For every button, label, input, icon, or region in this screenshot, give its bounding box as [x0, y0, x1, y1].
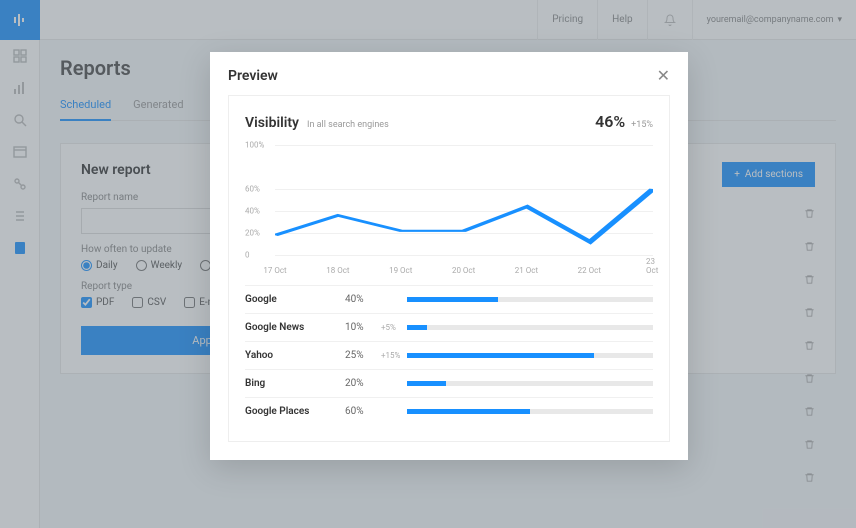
engine-row: Yahoo25%+15% [245, 341, 653, 369]
engine-percent: 20% [345, 378, 381, 389]
engine-delta: +5% [381, 323, 407, 332]
engine-percent: 60% [345, 406, 381, 417]
engine-percent: 40% [345, 294, 381, 305]
engine-name: Google [245, 294, 345, 305]
engine-delta: +15% [381, 351, 407, 360]
visibility-delta: +15% [631, 120, 653, 130]
chart-y-tick: 20% [245, 229, 260, 238]
engine-row: Google40% [245, 285, 653, 313]
engine-bar [407, 409, 653, 414]
engine-name: Yahoo [245, 350, 345, 361]
engine-bar [407, 297, 653, 302]
engine-name: Bing [245, 378, 345, 389]
chart-x-tick: 23 Oct [646, 257, 658, 275]
preview-modal: Preview ✕ Visibility In all search engin… [210, 52, 688, 460]
engine-bar [407, 353, 653, 358]
engine-row: Google News10%+5% [245, 313, 653, 341]
chart-x-tick: 20 Oct [452, 266, 475, 275]
engine-percent: 25% [345, 350, 381, 361]
visibility-chart: 020%40%60%100% 17 Oct18 Oct19 Oct20 Oct2… [245, 145, 653, 275]
engine-name: Google Places [245, 406, 345, 417]
chart-x-tick: 19 Oct [389, 266, 412, 275]
visibility-percent: 46% [595, 112, 625, 131]
engine-name: Google News [245, 322, 345, 333]
engine-percent: 10% [345, 322, 381, 333]
visibility-subtitle: In all search engines [307, 120, 389, 130]
close-icon[interactable]: ✕ [657, 66, 670, 85]
engine-row: Google Places60% [245, 397, 653, 425]
chart-y-tick: 60% [245, 185, 260, 194]
modal-title: Preview [228, 68, 278, 84]
chart-y-tick: 40% [245, 207, 260, 216]
chart-y-tick: 100% [245, 141, 264, 150]
engine-bar [407, 381, 653, 386]
chart-x-tick: 17 Oct [263, 266, 286, 275]
engine-bar [407, 325, 653, 330]
engine-row: Bing20% [245, 369, 653, 397]
visibility-title: Visibility [245, 115, 299, 131]
chart-x-tick: 22 Oct [578, 266, 601, 275]
chart-x-tick: 18 Oct [326, 266, 349, 275]
chart-x-tick: 21 Oct [515, 266, 538, 275]
chart-y-tick: 0 [245, 251, 250, 260]
